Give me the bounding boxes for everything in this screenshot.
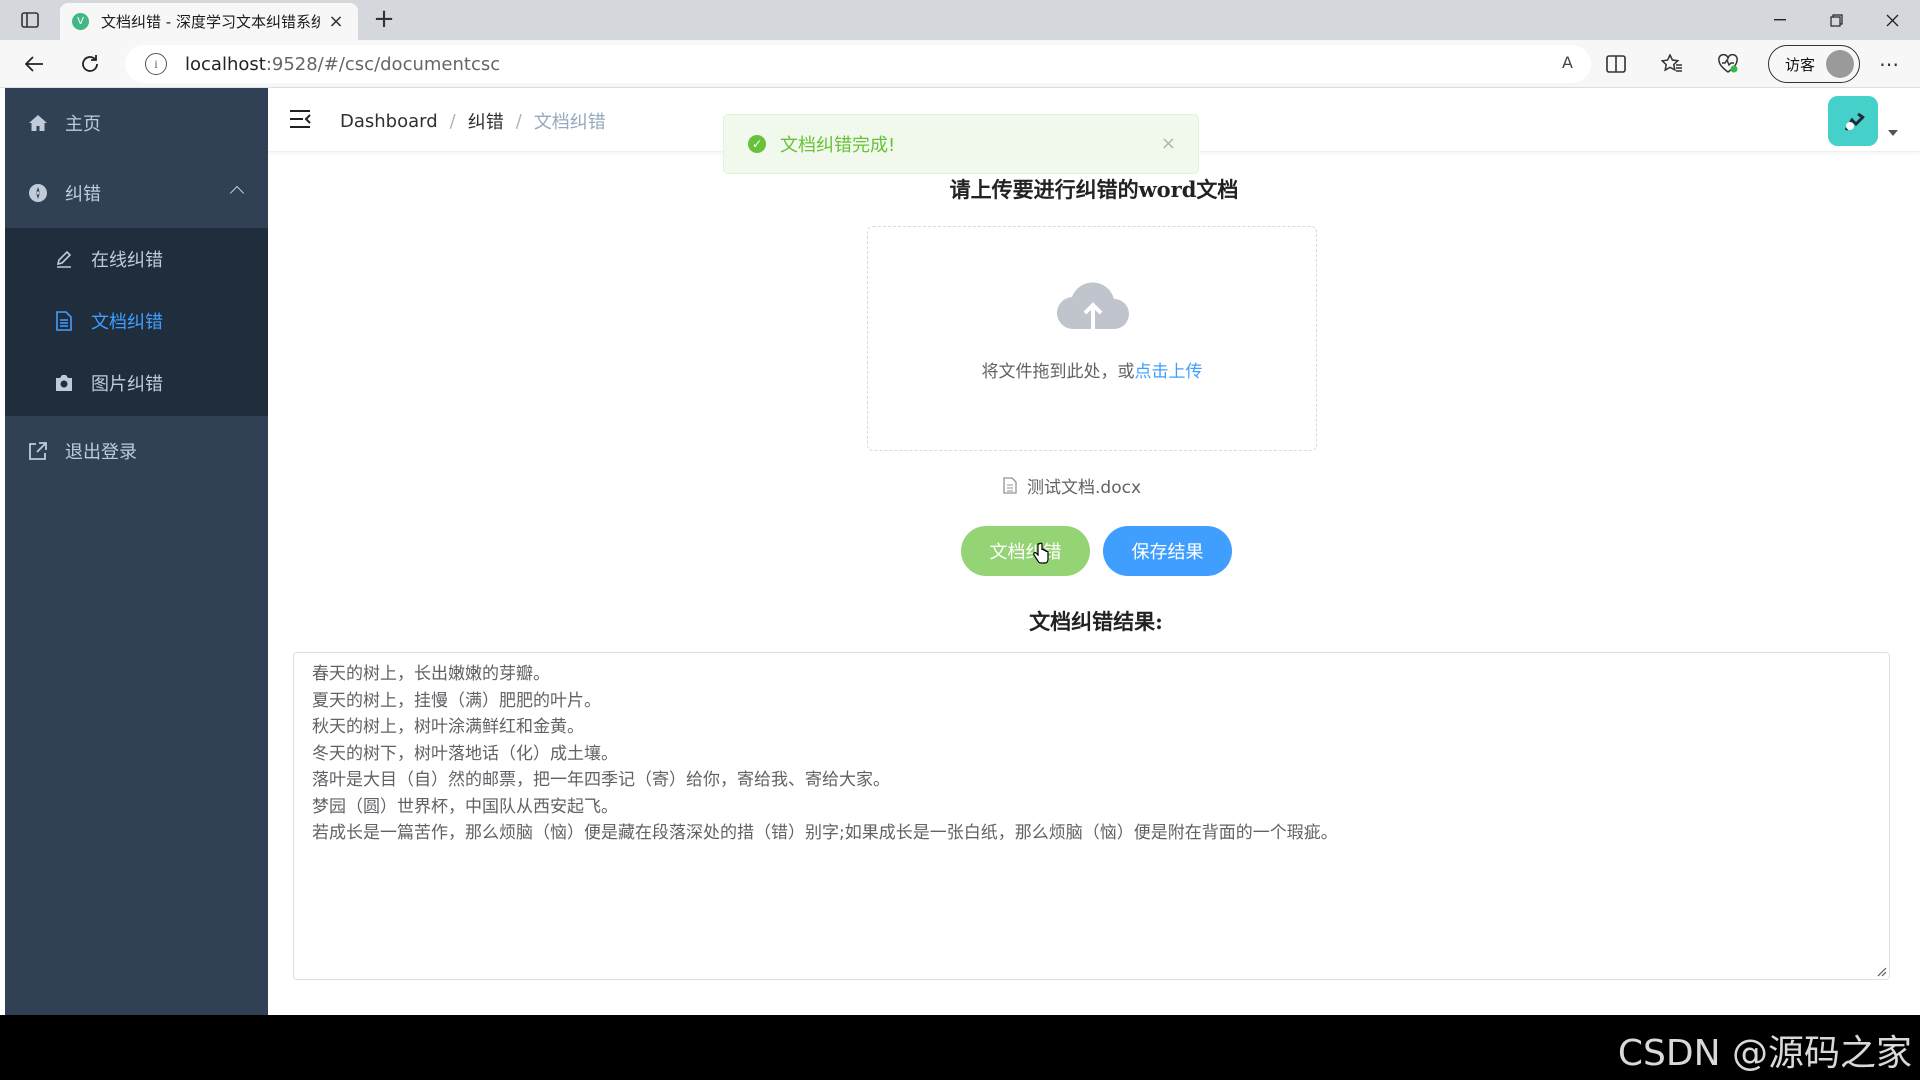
breadcrumb-separator: / xyxy=(515,110,522,132)
back-button[interactable] xyxy=(18,48,50,80)
file-icon xyxy=(1003,477,1017,494)
vue-favicon-icon: V xyxy=(72,13,89,30)
read-aloud-icon[interactable]: A xyxy=(1562,53,1573,72)
result-line: 若成长是一篇苦作，那么烦脑（恼）便是藏在段落深处的措（错）别字;如果成长是一张白… xyxy=(312,823,1338,843)
watermark: CSDN @源码之家 xyxy=(1617,1033,1912,1074)
close-icon xyxy=(1886,14,1898,26)
main-content: Dashboard / 纠错 / 文档纠错 ✓ 文档纠错完成! × 请上传要进行… xyxy=(268,88,1920,1015)
uploaded-file[interactable]: 测试文档.docx xyxy=(1003,473,1141,498)
sidebar-item-image-correct[interactable]: 图片纠错 xyxy=(5,352,268,414)
tab-title: 文档纠错 - 深度学习文本纠错系统 xyxy=(101,13,320,31)
app-container: 主页 纠错 在线纠错 文档纠错 图片纠错 退出登录 Dashboard / 纠错… xyxy=(5,88,1920,1015)
avatar-image-icon xyxy=(1828,96,1878,146)
split-screen-icon xyxy=(1606,55,1626,73)
sidebar-item-label: 在线纠错 xyxy=(91,250,163,271)
sidebar-item-online-correct[interactable]: 在线纠错 xyxy=(5,228,268,290)
sidebar-item-label: 纠错 xyxy=(65,184,101,205)
minimize-icon xyxy=(1774,19,1786,21)
breadcrumb-separator: / xyxy=(449,110,456,132)
guest-avatar-icon xyxy=(1826,50,1854,78)
sidebar-item-label: 主页 xyxy=(65,114,101,135)
url-text: localhost:9528/#/csc/documentcsc xyxy=(185,54,500,75)
camera-icon xyxy=(53,372,75,394)
tab-strip: V 文档纠错 - 深度学习文本纠错系统 × + xyxy=(0,0,1920,40)
result-line: 梦园（圆）世界杯，中国队从西安起飞。 xyxy=(312,796,618,817)
result-line: 落叶是大目（自）然的邮票，把一年四季记（寄）给你，寄给我、寄给大家。 xyxy=(312,770,890,790)
tab-actions-icon xyxy=(21,12,39,28)
browser-essentials-button[interactable] xyxy=(1712,48,1744,80)
success-toast: ✓ 文档纠错完成! × xyxy=(723,114,1199,174)
window-controls xyxy=(1752,0,1920,40)
file-name: 测试文档.docx xyxy=(1027,478,1142,498)
save-result-button[interactable]: 保存结果 xyxy=(1103,526,1232,576)
submenu-correct: 在线纠错 文档纠错 图片纠错 xyxy=(5,228,268,416)
heart-pulse-icon xyxy=(1718,54,1738,73)
address-bar[interactable]: i localhost:9528/#/csc/documentcsc A xyxy=(125,45,1591,83)
restore-icon xyxy=(1829,13,1843,27)
new-tab-button[interactable]: + xyxy=(370,6,398,34)
favorites-button[interactable] xyxy=(1656,48,1688,80)
result-line: 冬天的树下，树叶落地话（化）成土壤。 xyxy=(312,743,618,764)
toast-close-icon[interactable]: × xyxy=(1161,133,1176,154)
breadcrumb: Dashboard / 纠错 / 文档纠错 xyxy=(340,108,606,134)
more-dots-icon: ⋯ xyxy=(1879,52,1899,76)
minimize-button[interactable] xyxy=(1752,0,1808,40)
site-info-icon[interactable]: i xyxy=(145,53,167,75)
tab-close-icon[interactable]: × xyxy=(326,11,346,32)
refresh-icon xyxy=(82,55,98,72)
favorites-star-icon xyxy=(1661,54,1682,72)
restore-button[interactable] xyxy=(1808,0,1864,40)
document-correct-button[interactable]: 文档纠错 xyxy=(961,526,1090,576)
sidebar-item-document-correct[interactable]: 文档纠错 xyxy=(5,290,268,352)
breadcrumb-current: 文档纠错 xyxy=(533,112,606,133)
browser-tab[interactable]: V 文档纠错 - 深度学习文本纠错系统 × xyxy=(60,3,358,40)
result-textarea[interactable]: 春天的树上，长出嫩嫩的芽瓣。 夏天的树上，挂慢（满）肥肥的叶片。 秋天的树上，树… xyxy=(293,652,1890,980)
document-icon xyxy=(53,310,75,332)
result-line: 夏天的树上，挂慢（满）肥肥的叶片。 xyxy=(312,690,601,711)
result-line: 春天的树上，长出嫩嫩的芽瓣。 xyxy=(312,664,550,684)
upload-title: 请上传要进行纠错的word文档 xyxy=(949,177,1239,202)
sidebar-item-home[interactable]: 主页 xyxy=(5,88,268,158)
breadcrumb-dashboard[interactable]: Dashboard xyxy=(340,111,438,132)
home-icon xyxy=(27,112,49,134)
check-circle-icon: ✓ xyxy=(748,135,766,153)
browser-window: V 文档纠错 - 深度学习文本纠错系统 × + i localhost:9528… xyxy=(0,0,1920,1015)
drop-text: 将文件拖到此处，或 xyxy=(981,362,1135,382)
sidebar-item-correct[interactable]: 纠错 xyxy=(5,158,268,228)
user-avatar[interactable] xyxy=(1828,96,1878,146)
sidebar-item-logout[interactable]: 退出登录 xyxy=(5,416,268,486)
sidebar-item-label: 图片纠错 xyxy=(91,374,163,395)
arrow-left-icon xyxy=(24,56,43,72)
breadcrumb-correct[interactable]: 纠错 xyxy=(468,108,504,134)
hand-cursor-icon xyxy=(1033,542,1049,564)
caret-down-icon[interactable] xyxy=(1888,130,1898,136)
close-window-button[interactable] xyxy=(1864,0,1920,40)
chevron-up-icon xyxy=(229,185,245,201)
pencil-icon xyxy=(53,248,75,270)
browser-toolbar: i localhost:9528/#/csc/documentcsc A 访客 … xyxy=(0,40,1920,88)
sidebar-item-label: 退出登录 xyxy=(65,442,137,463)
external-link-icon xyxy=(27,440,49,462)
sidebar: 主页 纠错 在线纠错 文档纠错 图片纠错 退出登录 xyxy=(5,88,268,1015)
tab-actions-button[interactable] xyxy=(8,8,52,32)
profile-button[interactable]: 访客 xyxy=(1768,45,1860,83)
sidebar-item-label: 文档纠错 xyxy=(91,312,163,333)
compass-icon xyxy=(27,182,49,204)
click-upload-link[interactable]: 点击上传 xyxy=(1135,362,1203,382)
upload-dropzone[interactable]: 将文件拖到此处，或点击上传 xyxy=(867,226,1317,451)
url-host: localhost xyxy=(185,53,266,75)
upload-cloud-icon xyxy=(1056,282,1129,331)
drop-hint: 将文件拖到此处，或点击上传 xyxy=(868,357,1316,382)
toast-message: 文档纠错完成! xyxy=(780,135,896,156)
url-path: :9528/#/csc/documentcsc xyxy=(265,53,501,75)
toolbar-icons xyxy=(1600,48,1744,80)
more-menu-button[interactable]: ⋯ xyxy=(1873,48,1905,80)
guest-label: 访客 xyxy=(1785,55,1816,74)
result-line: 秋天的树上，树叶涂满鲜红和金黄。 xyxy=(312,717,584,737)
refresh-button[interactable] xyxy=(74,48,106,80)
split-screen-button[interactable] xyxy=(1600,48,1632,80)
resize-handle-icon[interactable] xyxy=(1875,965,1887,977)
result-title: 文档纠错结果: xyxy=(1029,609,1163,634)
hamburger-icon[interactable] xyxy=(288,108,312,130)
